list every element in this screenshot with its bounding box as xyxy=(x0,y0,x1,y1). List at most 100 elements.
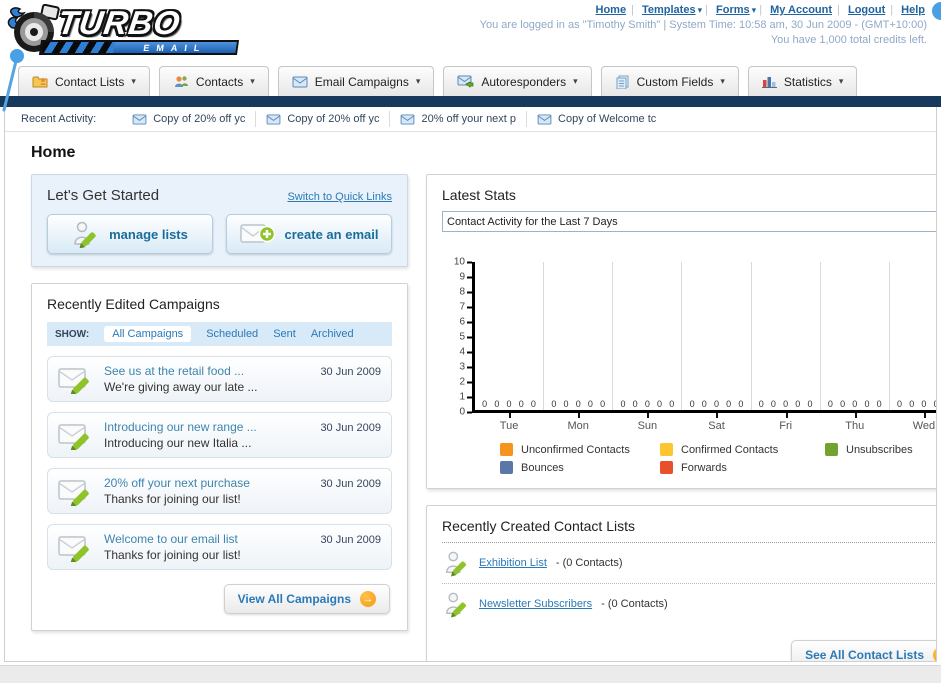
chevron-down-icon: ▾ xyxy=(697,5,703,15)
contact-list-link[interactable]: Newsletter Subscribers xyxy=(479,598,592,610)
legend-swatch xyxy=(660,461,673,474)
separator: | xyxy=(631,4,634,16)
chart-day-group: 0 0 0 0 0 Tue xyxy=(475,262,545,432)
header: TURBO EMAIL Home | Templates ▾ | Forms ▾ | My… xyxy=(0,0,941,112)
chevron-down-icon: ▾ xyxy=(838,76,844,86)
header-link-home[interactable]: Home xyxy=(596,4,627,16)
chart-y-tick: 0 xyxy=(459,407,472,418)
chart-value-labels: 00000 xyxy=(689,399,744,409)
separator: | xyxy=(890,4,894,16)
content-frame: Recent Activity: Copy of 20% off yc Copy… xyxy=(4,107,937,662)
chart-x-tick-label: Tue xyxy=(475,413,543,432)
campaign-title-link[interactable]: Introducing our new range ... xyxy=(104,420,310,434)
campaign-card[interactable]: 20% off your next purchase Thanks for jo… xyxy=(47,468,392,514)
filter-scheduled[interactable]: Scheduled xyxy=(206,328,258,340)
chevron-down-icon: ▾ xyxy=(131,76,136,86)
login-status-text: You are logged in as "Timothy Smith" | S… xyxy=(479,19,927,31)
campaign-title-link[interactable]: 20% off your next purchase xyxy=(104,476,310,490)
manage-lists-label: manage lists xyxy=(109,226,188,242)
chart-value-labels: 00000 xyxy=(897,399,936,409)
separator: | xyxy=(837,4,840,16)
chart-day-group: 0 0 0 0 0 Thu xyxy=(821,262,890,432)
stats-period-select[interactable]: Contact Activity for the Last 7 Days xyxy=(442,211,936,232)
nav-tab-contact-lists[interactable]: Contact Lists ▾ xyxy=(18,66,150,96)
legend-swatch xyxy=(500,461,513,474)
nav-tab-email-campaigns[interactable]: Email Campaigns ▾ xyxy=(277,66,435,96)
contact-list-count: - (0 Contacts) xyxy=(555,557,623,569)
campaign-card[interactable]: Welcome to our email list Thanks for joi… xyxy=(47,524,392,570)
campaigns-panel-title: Recently Edited Campaigns xyxy=(47,296,220,312)
campaign-title-link[interactable]: Welcome to our email list xyxy=(104,532,310,546)
filter-sent[interactable]: Sent xyxy=(273,328,296,340)
envelope-icon xyxy=(292,76,308,87)
header-link-help[interactable]: Help xyxy=(901,4,925,16)
chart-value-labels: 00000 xyxy=(620,399,675,409)
contact-list-item[interactable]: Newsletter Subscribers - (0 Contacts) xyxy=(442,584,936,624)
page-footer xyxy=(0,665,941,683)
turbo-email-logo: TURBO EMAIL xyxy=(6,2,256,60)
contact-list-item[interactable]: Exhibition List - (0 Contacts) xyxy=(442,543,936,584)
recent-activity-item[interactable]: Copy of 20% off yc xyxy=(122,111,257,127)
see-all-contact-lists-button[interactable]: See All Contact Lists → xyxy=(791,640,936,661)
create-email-label: create an email xyxy=(284,226,379,242)
chart-x-tick-label: Sun xyxy=(613,413,681,432)
legend-label: Bounces xyxy=(521,461,564,474)
chevron-down-icon: ▾ xyxy=(720,76,725,86)
campaign-card[interactable]: See us at the retail food ... We're givi… xyxy=(47,356,392,402)
recent-activity-item[interactable]: Copy of 20% off yc xyxy=(256,111,391,127)
credits-text: You have 1,000 total credits left. xyxy=(770,34,927,46)
activity-item-label: Copy of 20% off yc xyxy=(153,113,246,125)
brand-bar: EMAIL xyxy=(38,40,240,55)
person-pencil-icon xyxy=(446,551,466,577)
navy-divider-bar xyxy=(0,96,941,107)
chevron-down-icon: ▾ xyxy=(250,76,255,86)
contact-list-link[interactable]: Exhibition List xyxy=(479,557,547,569)
get-started-panel: Let's Get Started Switch to Quick Links … xyxy=(31,174,408,267)
campaign-card[interactable]: Introducing our new range ... Introducin… xyxy=(47,412,392,458)
recent-activity-item[interactable]: 20% off your next p xyxy=(390,111,528,127)
latest-stats-panel: Latest Stats Contact Activity for the La… xyxy=(426,174,936,489)
campaign-date: 30 Jun 2009 xyxy=(320,478,381,490)
chart-y-tick: 9 xyxy=(459,272,472,283)
chart-x-tick-label: Fri xyxy=(752,413,820,432)
view-all-campaigns-button[interactable]: View All Campaigns → xyxy=(223,584,390,614)
campaign-subtitle: Thanks for joining our list! xyxy=(104,492,241,506)
campaign-title-link[interactable]: See us at the retail food ... xyxy=(104,364,310,378)
header-links: Home | Templates ▾ | Forms ▾ | My Account | Lo… xyxy=(480,4,927,16)
nav-tab-autoresponders[interactable]: Autoresponders ▾ xyxy=(443,66,592,96)
envelope-icon xyxy=(401,113,415,125)
chart-day-group: 0 0 0 0 0 Mon xyxy=(544,262,614,432)
recent-activity-label: Recent Activity: xyxy=(21,113,97,125)
nav-tab-custom-fields[interactable]: Custom Fields ▾ xyxy=(600,66,739,96)
create-an-email-button[interactable]: create an email xyxy=(226,214,392,254)
contact-lists-title: Recently Created Contact Lists xyxy=(442,518,936,543)
campaign-date: 30 Jun 2009 xyxy=(320,366,381,378)
chart-legend: Unconfirmed Contacts Confirmed Contacts Un… xyxy=(500,443,936,474)
activity-item-label: 20% off your next p xyxy=(421,113,517,125)
chart-y-tick: 5 xyxy=(459,332,472,343)
recent-activity-item[interactable]: Copy of Welcome tc xyxy=(527,111,666,127)
header-link-forms[interactable]: Forms xyxy=(716,4,750,16)
switch-to-quick-links-link[interactable]: Switch to Quick Links xyxy=(287,191,392,203)
edge-dot-decoration xyxy=(932,2,941,20)
legend-label: Unconfirmed Contacts xyxy=(521,443,630,456)
bar-chart-icon xyxy=(761,77,777,88)
campaign-subtitle: Thanks for joining our list! xyxy=(104,548,241,562)
chart-y-tick: 8 xyxy=(459,287,472,298)
legend-label: Forwards xyxy=(681,461,727,474)
separator: | xyxy=(705,4,708,16)
filter-archived[interactable]: Archived xyxy=(311,328,354,340)
header-link-my-account[interactable]: My Account xyxy=(770,4,832,16)
header-link-templates[interactable]: Templates xyxy=(642,4,696,16)
chevron-down-icon: ▾ xyxy=(751,5,757,15)
header-link-logout[interactable]: Logout xyxy=(848,4,885,16)
envelope-pencil-icon xyxy=(58,480,89,506)
manage-lists-button[interactable]: manage lists xyxy=(47,214,213,254)
filter-all-campaigns[interactable]: All Campaigns xyxy=(104,326,192,342)
nav-tab-statistics[interactable]: Statistics ▾ xyxy=(747,66,858,96)
chart-day-group: 0 0 0 0 0 Sun xyxy=(613,262,683,432)
nav-tab-contacts[interactable]: Contacts ▾ xyxy=(158,66,269,96)
brand-name: TURBO xyxy=(55,4,183,41)
chart-x-tick-label: Wed xyxy=(890,413,936,432)
nav-tab-label: Contact Lists xyxy=(55,74,125,89)
